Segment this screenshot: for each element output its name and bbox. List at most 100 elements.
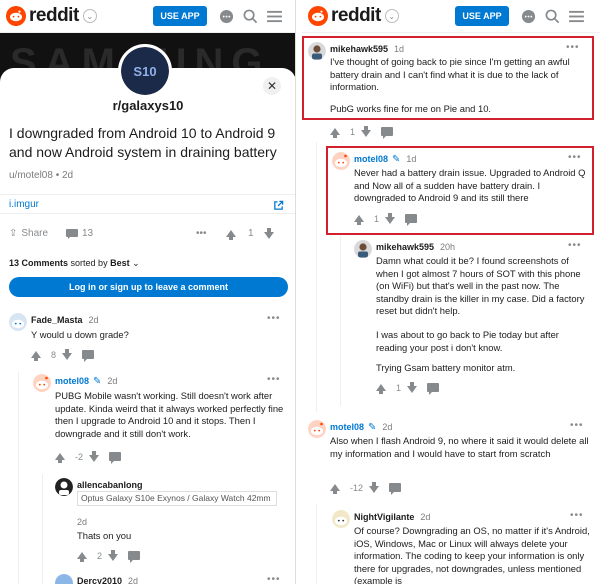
reply-icon[interactable]: [389, 483, 402, 495]
avatar[interactable]: [55, 478, 73, 496]
comments-button[interactable]: 13: [66, 228, 93, 239]
comment-author[interactable]: motel08 ✎ 2d: [55, 376, 117, 387]
comment: Dercy2010 2d •••: [55, 574, 291, 584]
menu-icon[interactable]: [568, 8, 584, 24]
more-options-icon[interactable]: •••: [267, 574, 281, 584]
upvote-icon[interactable]: [55, 453, 65, 463]
comment-author[interactable]: motel08 ✎ 1d: [354, 154, 416, 165]
comment-count-label: 13 Comments: [9, 258, 69, 268]
close-button[interactable]: ✕: [263, 77, 281, 95]
upvote-icon[interactable]: [31, 351, 41, 361]
avatar[interactable]: [332, 510, 350, 528]
reply-icon[interactable]: [381, 127, 394, 139]
comment-author[interactable]: Dercy2010 2d: [77, 576, 138, 584]
sort-dropdown[interactable]: Best: [110, 258, 130, 268]
downvote-icon[interactable]: [385, 213, 396, 224]
comment-body: Of course? Downgrading an OS, no matter …: [354, 525, 590, 584]
upvote-icon[interactable]: [376, 384, 386, 394]
comment-author[interactable]: allencabanlong: [77, 480, 143, 490]
upvote-icon[interactable]: [330, 128, 340, 138]
more-options-icon[interactable]: •••: [570, 420, 584, 431]
upvote-icon[interactable]: [354, 215, 364, 225]
chat-icon[interactable]: [520, 8, 536, 24]
comment-author[interactable]: mikehawk595 20h: [376, 242, 455, 252]
upvote-icon[interactable]: [77, 552, 87, 562]
use-app-button[interactable]: USE APP: [455, 6, 509, 26]
avatar[interactable]: [308, 420, 326, 438]
chat-icon[interactable]: [218, 8, 234, 24]
reddit-wordmark[interactable]: reddit: [29, 5, 79, 27]
reddit-wordmark[interactable]: reddit: [331, 5, 381, 27]
chevron-down-icon[interactable]: ⌄: [82, 9, 97, 23]
share-button[interactable]: ⇪ Share: [9, 228, 48, 239]
upvote-icon[interactable]: [226, 230, 236, 240]
downvote-icon[interactable]: [89, 451, 100, 462]
reply-icon[interactable]: [128, 551, 141, 563]
comment-body-3: Trying Gsam battery monitor atm.: [376, 362, 516, 373]
comment: mikehawk595 20h ••• Damn what could it be…: [354, 240, 594, 400]
thread-line: [18, 372, 19, 584]
avatar[interactable]: [354, 240, 372, 258]
top-bar: reddit ⌄ USE APP: [0, 0, 295, 33]
more-options-icon[interactable]: •••: [570, 510, 584, 521]
subreddit-name[interactable]: r/galaxys10: [0, 98, 295, 113]
avatar[interactable]: [308, 42, 326, 60]
post-link-row[interactable]: i.imgur: [0, 194, 295, 216]
post-title[interactable]: I downgraded from Android 10 to Android …: [9, 124, 289, 162]
comment-score: 8: [51, 349, 57, 360]
thread-line: [316, 142, 317, 412]
comment-author[interactable]: NightVigilante 2d: [354, 512, 430, 522]
top-bar: reddit ⌄ USE APP: [302, 0, 600, 33]
more-options-icon[interactable]: •••: [568, 240, 582, 251]
avatar[interactable]: [33, 374, 51, 392]
comment-score: -2: [75, 451, 84, 462]
comment-body: Damn what could it be? I found screensho…: [376, 255, 585, 317]
external-link-icon[interactable]: [273, 198, 284, 216]
chevron-down-icon[interactable]: ⌄: [384, 9, 399, 23]
reply-icon[interactable]: [109, 452, 122, 464]
menu-icon[interactable]: [266, 8, 282, 24]
reddit-logo-icon[interactable]: [6, 6, 26, 26]
avatar[interactable]: [332, 152, 350, 170]
comment-score: -12: [350, 482, 364, 493]
downvote-icon[interactable]: [108, 550, 119, 561]
comment-body: PUBG Mobile wasn't working. Still doesn'…: [55, 390, 284, 439]
more-options-icon[interactable]: •••: [568, 152, 582, 163]
downvote-icon[interactable]: [62, 349, 73, 360]
downvote-icon[interactable]: [407, 382, 418, 393]
login-signup-button[interactable]: Log in or sign up to leave a comment: [9, 277, 288, 297]
comment-body: Never had a battery drain issue. Upgrade…: [354, 167, 586, 204]
search-icon[interactable]: [544, 8, 560, 24]
edit-pencil-icon: ✎: [368, 422, 377, 433]
downvote-icon[interactable]: [361, 126, 372, 137]
thread-line: [42, 474, 43, 584]
reply-icon[interactable]: [427, 383, 440, 395]
avatar[interactable]: [55, 574, 73, 584]
reply-icon[interactable]: [82, 350, 95, 362]
post-link[interactable]: i.imgur: [9, 199, 39, 210]
reply-icon[interactable]: [405, 214, 418, 226]
comment: motel08 ✎ 2d ••• PUBG Mobile wasn't workin…: [33, 374, 291, 474]
avatar[interactable]: [9, 313, 27, 331]
use-app-button[interactable]: USE APP: [153, 6, 207, 26]
downvote-icon[interactable]: [263, 228, 274, 239]
upvote-icon[interactable]: [330, 484, 340, 494]
comment: motel08 ✎ 2d ••• Also when I flash Android…: [308, 420, 594, 500]
comment-author[interactable]: Fade_Masta 2d: [31, 315, 99, 325]
more-options-icon[interactable]: •••: [267, 313, 281, 324]
comment-author[interactable]: motel08 ✎ 2d: [330, 422, 392, 433]
reddit-logo-icon[interactable]: [308, 6, 328, 26]
vote-controls: 1: [354, 213, 418, 226]
comment-author[interactable]: mikehawk595 1d: [330, 44, 404, 54]
vote-controls: 1: [376, 382, 440, 395]
comment-icon: [66, 228, 78, 239]
post-score: 1: [248, 228, 254, 239]
comments-header: 13 Comments sorted by Best ⌄: [9, 258, 140, 269]
comments-count: 13: [82, 228, 94, 239]
downvote-icon[interactable]: [369, 482, 380, 493]
more-options-icon[interactable]: •••: [267, 374, 281, 385]
search-icon[interactable]: [242, 8, 258, 24]
more-options-icon[interactable]: •••: [196, 228, 207, 239]
more-options-icon[interactable]: •••: [566, 42, 580, 53]
sort-chevron-icon[interactable]: ⌄: [132, 258, 140, 268]
